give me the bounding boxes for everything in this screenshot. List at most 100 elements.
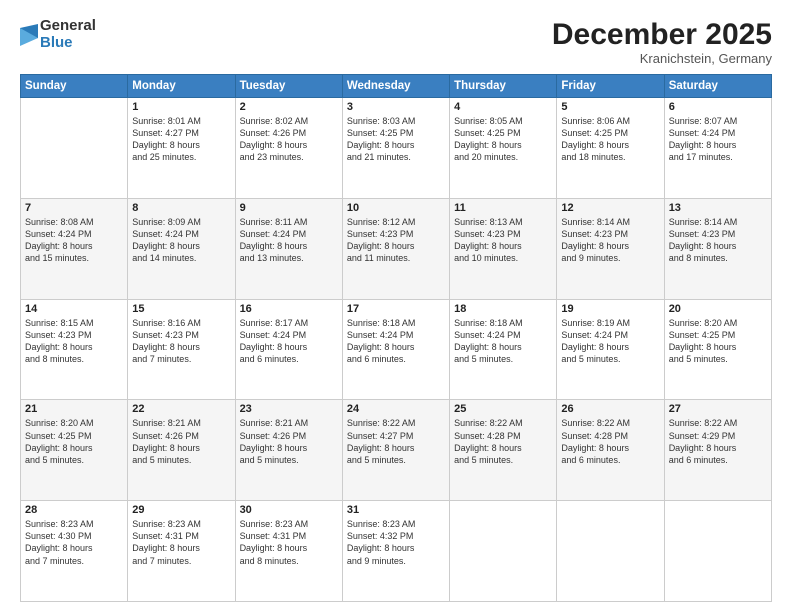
- calendar-cell: [664, 501, 771, 602]
- week-row-2: 7Sunrise: 8:08 AM Sunset: 4:24 PM Daylig…: [21, 198, 772, 299]
- day-number: 11: [454, 202, 552, 214]
- logo: General Blue: [20, 18, 96, 51]
- day-number: 1: [132, 101, 230, 113]
- day-info: Sunrise: 8:23 AM Sunset: 4:31 PM Dayligh…: [240, 518, 338, 567]
- day-number: 4: [454, 101, 552, 113]
- page: General Blue December 2025 Kranichstein,…: [0, 0, 792, 612]
- day-number: 18: [454, 303, 552, 315]
- day-header-thursday: Thursday: [450, 75, 557, 98]
- logo-text: General Blue: [40, 18, 96, 51]
- day-info: Sunrise: 8:03 AM Sunset: 4:25 PM Dayligh…: [347, 115, 445, 164]
- calendar-cell: 4 Sunrise: 8:05 AM Sunset: 4:25 PM Daylig…: [450, 98, 557, 199]
- title-block: December 2025 Kranichstein, Germany: [552, 18, 772, 66]
- calendar-cell: 12Sunrise: 8:14 AM Sunset: 4:23 PM Dayli…: [557, 198, 664, 299]
- day-number: 20: [669, 303, 767, 315]
- day-number: 6: [669, 101, 767, 113]
- logo-blue: Blue: [40, 35, 96, 52]
- day-header-tuesday: Tuesday: [235, 75, 342, 98]
- day-info: Sunrise: 8:18 AM Sunset: 4:24 PM Dayligh…: [454, 317, 552, 366]
- calendar: SundayMondayTuesdayWednesdayThursdayFrid…: [20, 74, 772, 602]
- day-info: Sunrise: 8:20 AM Sunset: 4:25 PM Dayligh…: [669, 317, 767, 366]
- calendar-cell: 16Sunrise: 8:17 AM Sunset: 4:24 PM Dayli…: [235, 299, 342, 400]
- day-info: Sunrise: 8:12 AM Sunset: 4:23 PM Dayligh…: [347, 216, 445, 265]
- calendar-cell: 25 Sunrise: 8:22 AM Sunset: 4:28 PM Dayli…: [450, 400, 557, 501]
- day-info: Sunrise: 8:20 AM Sunset: 4:25 PM Dayligh…: [25, 417, 123, 466]
- day-header-saturday: Saturday: [664, 75, 771, 98]
- calendar-cell: 6 Sunrise: 8:07 AM Sunset: 4:24 PM Daylig…: [664, 98, 771, 199]
- calendar-cell: 7Sunrise: 8:08 AM Sunset: 4:24 PM Daylig…: [21, 198, 128, 299]
- calendar-cell: 29 Sunrise: 8:23 AM Sunset: 4:31 PM Dayli…: [128, 501, 235, 602]
- calendar-cell: 9 Sunrise: 8:11 AM Sunset: 4:24 PM Daylig…: [235, 198, 342, 299]
- day-header-sunday: Sunday: [21, 75, 128, 98]
- calendar-cell: 14Sunrise: 8:15 AM Sunset: 4:23 PM Dayli…: [21, 299, 128, 400]
- day-number: 9: [240, 202, 338, 214]
- day-info: Sunrise: 8:11 AM Sunset: 4:24 PM Dayligh…: [240, 216, 338, 265]
- logo-general: General: [40, 18, 96, 35]
- day-number: 24: [347, 403, 445, 415]
- day-info: Sunrise: 8:19 AM Sunset: 4:24 PM Dayligh…: [561, 317, 659, 366]
- day-number: 8: [132, 202, 230, 214]
- day-info: Sunrise: 8:18 AM Sunset: 4:24 PM Dayligh…: [347, 317, 445, 366]
- day-number: 27: [669, 403, 767, 415]
- calendar-cell: 1 Sunrise: 8:01 AM Sunset: 4:27 PM Daylig…: [128, 98, 235, 199]
- calendar-cell: [557, 501, 664, 602]
- day-info: Sunrise: 8:21 AM Sunset: 4:26 PM Dayligh…: [240, 417, 338, 466]
- day-info: Sunrise: 8:15 AM Sunset: 4:23 PM Dayligh…: [25, 317, 123, 366]
- day-header-monday: Monday: [128, 75, 235, 98]
- day-number: 22: [132, 403, 230, 415]
- day-number: 13: [669, 202, 767, 214]
- calendar-cell: 11 Sunrise: 8:13 AM Sunset: 4:23 PM Dayli…: [450, 198, 557, 299]
- calendar-cell: [450, 501, 557, 602]
- day-number: 26: [561, 403, 659, 415]
- calendar-cell: 17 Sunrise: 8:18 AM Sunset: 4:24 PM Dayli…: [342, 299, 449, 400]
- calendar-cell: [21, 98, 128, 199]
- calendar-cell: 31Sunrise: 8:23 AM Sunset: 4:32 PM Dayli…: [342, 501, 449, 602]
- day-info: Sunrise: 8:22 AM Sunset: 4:28 PM Dayligh…: [454, 417, 552, 466]
- calendar-cell: 18 Sunrise: 8:18 AM Sunset: 4:24 PM Dayli…: [450, 299, 557, 400]
- day-info: Sunrise: 8:22 AM Sunset: 4:27 PM Dayligh…: [347, 417, 445, 466]
- day-number: 19: [561, 303, 659, 315]
- week-row-4: 21 Sunrise: 8:20 AM Sunset: 4:25 PM Dayli…: [21, 400, 772, 501]
- day-number: 25: [454, 403, 552, 415]
- day-number: 21: [25, 403, 123, 415]
- day-number: 29: [132, 504, 230, 516]
- calendar-cell: 24 Sunrise: 8:22 AM Sunset: 4:27 PM Dayli…: [342, 400, 449, 501]
- day-info: Sunrise: 8:22 AM Sunset: 4:29 PM Dayligh…: [669, 417, 767, 466]
- calendar-cell: 23 Sunrise: 8:21 AM Sunset: 4:26 PM Dayli…: [235, 400, 342, 501]
- day-number: 5: [561, 101, 659, 113]
- calendar-cell: 19 Sunrise: 8:19 AM Sunset: 4:24 PM Dayli…: [557, 299, 664, 400]
- header: General Blue December 2025 Kranichstein,…: [20, 18, 772, 66]
- day-number: 16: [240, 303, 338, 315]
- day-info: Sunrise: 8:09 AM Sunset: 4:24 PM Dayligh…: [132, 216, 230, 265]
- day-info: Sunrise: 8:21 AM Sunset: 4:26 PM Dayligh…: [132, 417, 230, 466]
- day-info: Sunrise: 8:23 AM Sunset: 4:30 PM Dayligh…: [25, 518, 123, 567]
- day-number: 28: [25, 504, 123, 516]
- day-info: Sunrise: 8:13 AM Sunset: 4:23 PM Dayligh…: [454, 216, 552, 265]
- calendar-header-row: SundayMondayTuesdayWednesdayThursdayFrid…: [21, 75, 772, 98]
- calendar-cell: 27 Sunrise: 8:22 AM Sunset: 4:29 PM Dayli…: [664, 400, 771, 501]
- calendar-cell: 15Sunrise: 8:16 AM Sunset: 4:23 PM Dayli…: [128, 299, 235, 400]
- day-info: Sunrise: 8:01 AM Sunset: 4:27 PM Dayligh…: [132, 115, 230, 164]
- calendar-cell: 21 Sunrise: 8:20 AM Sunset: 4:25 PM Dayli…: [21, 400, 128, 501]
- day-number: 30: [240, 504, 338, 516]
- day-info: Sunrise: 8:16 AM Sunset: 4:23 PM Dayligh…: [132, 317, 230, 366]
- day-info: Sunrise: 8:23 AM Sunset: 4:31 PM Dayligh…: [132, 518, 230, 567]
- day-info: Sunrise: 8:02 AM Sunset: 4:26 PM Dayligh…: [240, 115, 338, 164]
- day-number: 3: [347, 101, 445, 113]
- day-header-friday: Friday: [557, 75, 664, 98]
- day-info: Sunrise: 8:14 AM Sunset: 4:23 PM Dayligh…: [561, 216, 659, 265]
- day-number: 17: [347, 303, 445, 315]
- day-info: Sunrise: 8:14 AM Sunset: 4:23 PM Dayligh…: [669, 216, 767, 265]
- day-number: 2: [240, 101, 338, 113]
- calendar-cell: 26Sunrise: 8:22 AM Sunset: 4:28 PM Dayli…: [557, 400, 664, 501]
- day-info: Sunrise: 8:05 AM Sunset: 4:25 PM Dayligh…: [454, 115, 552, 164]
- day-info: Sunrise: 8:06 AM Sunset: 4:25 PM Dayligh…: [561, 115, 659, 164]
- month-title: December 2025: [552, 18, 772, 51]
- logo-icon: [20, 24, 38, 46]
- day-number: 31: [347, 504, 445, 516]
- day-info: Sunrise: 8:07 AM Sunset: 4:24 PM Dayligh…: [669, 115, 767, 164]
- calendar-cell: 28 Sunrise: 8:23 AM Sunset: 4:30 PM Dayli…: [21, 501, 128, 602]
- day-number: 23: [240, 403, 338, 415]
- calendar-cell: 20 Sunrise: 8:20 AM Sunset: 4:25 PM Dayli…: [664, 299, 771, 400]
- calendar-cell: 22 Sunrise: 8:21 AM Sunset: 4:26 PM Dayli…: [128, 400, 235, 501]
